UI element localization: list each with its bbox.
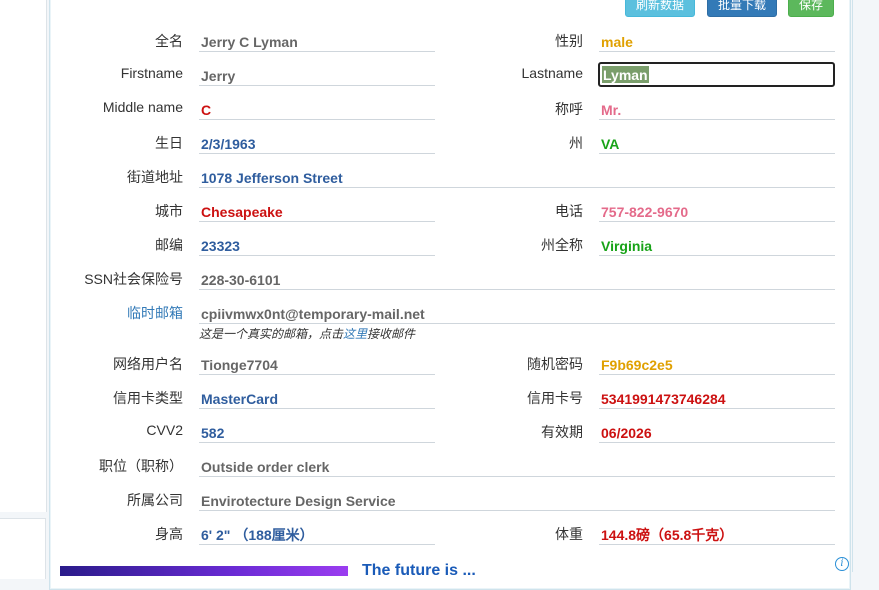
gender-label: 性别 xyxy=(555,33,583,49)
middlename-field[interactable]: C xyxy=(199,98,435,120)
occupation-field[interactable]: Outside order clerk xyxy=(199,455,835,477)
expiry-label: 有效期 xyxy=(541,424,583,440)
company-label: 所属公司 xyxy=(127,492,183,508)
temp-email-label[interactable]: 临时邮箱 xyxy=(127,303,183,323)
state-full-label: 州全称 xyxy=(541,237,583,253)
temp-email-field[interactable]: cpiivmwx0nt@temporary-mail.net xyxy=(199,302,835,324)
ssn-field[interactable]: 228-30-6101 xyxy=(199,268,835,290)
card-type-label: 信用卡类型 xyxy=(113,390,183,406)
fullname-label: 全名 xyxy=(155,33,183,49)
lastname-field[interactable]: Lyman xyxy=(598,62,835,87)
occupation-label: 职位（职称） xyxy=(99,458,183,474)
zip-field[interactable]: 23323 xyxy=(199,234,435,256)
ad-headline[interactable]: The future is ... xyxy=(362,562,476,580)
username-field[interactable]: Tionge7704 xyxy=(199,353,435,375)
email-note: 这是一个真实的邮箱，点击这里接收邮件 xyxy=(199,325,415,342)
card-number-label: 信用卡号 xyxy=(527,390,583,406)
expiry-field[interactable]: 06/2026 xyxy=(599,421,835,443)
email-receive-link[interactable]: 这里 xyxy=(343,327,367,341)
card-number-field[interactable]: 5341991473746284 xyxy=(599,387,835,409)
refresh-button[interactable]: 刷新数据 xyxy=(625,0,695,17)
weight-field[interactable]: 144.8磅（65.8千克） xyxy=(599,523,835,545)
street-field[interactable]: 1078 Jefferson Street xyxy=(199,166,835,188)
card-type-field[interactable]: MasterCard xyxy=(199,387,435,409)
lastname-selected-text: Lyman xyxy=(602,66,649,83)
password-label: 随机密码 xyxy=(527,356,583,372)
company-field[interactable]: Envirotecture Design Service xyxy=(199,489,835,511)
birthday-label: 生日 xyxy=(155,135,183,151)
batch-download-button[interactable]: 批量下载 xyxy=(707,0,777,17)
firstname-field[interactable]: Jerry xyxy=(199,64,435,86)
save-button[interactable]: 保存 xyxy=(788,0,834,17)
state-label: 州 xyxy=(569,135,583,151)
email-note-suffix: 接收邮件 xyxy=(367,327,416,341)
email-note-prefix: 这是一个真实的邮箱，点击 xyxy=(199,327,344,341)
title-label: 称呼 xyxy=(555,101,583,117)
cvv2-label: CVV2 xyxy=(146,422,183,438)
middlename-label: Middle name xyxy=(102,99,183,115)
info-icon[interactable]: i xyxy=(835,557,849,571)
city-field[interactable]: Chesapeake xyxy=(199,200,435,222)
password-field[interactable]: F9b69c2e5 xyxy=(599,353,835,375)
state-field[interactable]: VA xyxy=(599,132,835,154)
cvv2-field[interactable]: 582 xyxy=(199,421,435,443)
fullname-field[interactable]: Jerry C Lyman xyxy=(199,30,435,52)
gender-field[interactable]: male xyxy=(599,30,835,52)
state-full-field[interactable]: Virginia xyxy=(599,234,835,256)
lastname-label: Lastname xyxy=(521,65,583,81)
weight-label: 体重 xyxy=(555,526,583,542)
height-field[interactable]: 6' 2" （188厘米） xyxy=(199,523,435,545)
firstname-label: Firstname xyxy=(120,65,183,81)
phone-field[interactable]: 757-822-9670 xyxy=(599,200,835,222)
birthday-field[interactable]: 2/3/1963 xyxy=(199,132,435,154)
username-label: 网络用户名 xyxy=(113,356,183,372)
street-label: 街道地址 xyxy=(127,169,183,185)
right-divider xyxy=(852,0,853,572)
ssn-label: SSN社会保险号 xyxy=(84,271,183,287)
phone-label: 电话 xyxy=(555,203,583,219)
left-sidebar-lower xyxy=(0,518,46,579)
zip-label: 邮编 xyxy=(155,237,183,253)
city-label: 城市 xyxy=(155,203,183,219)
title-field[interactable]: Mr. xyxy=(599,98,835,120)
height-label: 身高 xyxy=(155,526,183,542)
ad-banner-image[interactable] xyxy=(60,566,348,576)
left-sidebar xyxy=(0,0,47,512)
